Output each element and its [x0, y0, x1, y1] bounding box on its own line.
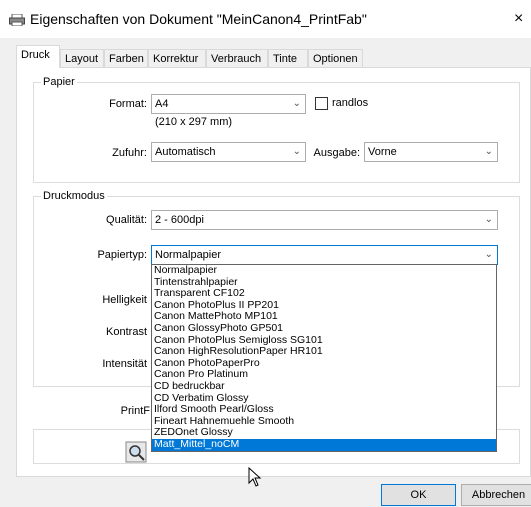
zufuhr-select[interactable]: Automatisch ⌄ [151, 142, 306, 162]
tab-tinte[interactable]: Tinte [268, 49, 308, 67]
chevron-down-icon: ⌄ [292, 98, 301, 109]
papiertyp-select[interactable]: Normalpapier ⌄ [151, 245, 498, 265]
papiertyp-dropdown-list: Normalpapier Tintenstrahlpapier Transparen… [151, 264, 497, 452]
abbrechen-button[interactable]: Abbrechen [461, 484, 531, 506]
chevron-down-icon: ⌄ [484, 214, 493, 225]
format-label: Format: [109, 98, 147, 110]
papiertyp-option[interactable]: Canon HighResolutionPaper HR101 [152, 346, 496, 358]
tab-verbrauch[interactable]: Verbrauch [206, 49, 268, 67]
papiertyp-option[interactable]: Canon GlossyPhoto GP501 [152, 322, 496, 335]
ausgabe-label: Ausgabe: [313, 147, 360, 159]
papiertyp-option[interactable]: Ilford Smooth Pearl/Gloss [152, 404, 496, 416]
tab-layout[interactable]: Layout [60, 49, 104, 67]
papiertyp-value: Normalpapier [155, 249, 222, 261]
ausgabe-select[interactable]: Vorne ⌄ [364, 142, 498, 162]
papiertyp-option[interactable]: Matt_Mittel_noCM [152, 438, 496, 451]
papiertyp-label: Papiertyp: [97, 249, 147, 261]
randlos-label: randlos [332, 97, 369, 109]
helligkeit-label: Helligkeit [102, 294, 147, 306]
tab-druck[interactable]: Druck [16, 45, 60, 68]
papiertyp-option[interactable]: Normalpapier [152, 264, 496, 277]
tab-farben[interactable]: Farben [104, 49, 148, 67]
ok-button[interactable]: OK [381, 484, 456, 506]
ausgabe-value: Vorne [368, 146, 397, 158]
mouse-cursor-icon [248, 467, 262, 487]
window-title: Eigenschaften von Dokument "MeinCanon4_P… [30, 11, 367, 27]
printer-icon [9, 14, 25, 26]
qualitaet-select[interactable]: 2 - 600dpi ⌄ [151, 210, 498, 230]
chevron-down-icon: ⌄ [484, 146, 493, 157]
qualitaet-label: Qualität: [106, 214, 147, 226]
format-select[interactable]: A4 ⌄ [151, 94, 306, 114]
format-dims: (210 x 297 mm) [155, 116, 233, 128]
tab-optionen[interactable]: Optionen [308, 49, 363, 67]
tab-korrektur[interactable]: Korrektur [148, 49, 206, 67]
close-icon[interactable]: × [514, 10, 523, 28]
format-value: A4 [155, 98, 169, 110]
chevron-down-icon: ⌄ [484, 249, 493, 260]
zufuhr-value: Automatisch [155, 146, 216, 158]
kontrast-label: Kontrast [106, 326, 147, 338]
printf-label: PrintF [120, 405, 150, 417]
randlos-checkbox[interactable] [315, 97, 328, 110]
intensitaet-label: Intensität [102, 358, 147, 370]
qualitaet-value: 2 - 600dpi [155, 214, 204, 226]
papier-group-label: Papier [41, 76, 77, 88]
papiertyp-option[interactable]: CD bedruckbar [152, 380, 496, 393]
zufuhr-label: Zufuhr: [112, 147, 147, 159]
preview-magnifier-icon[interactable] [125, 441, 147, 463]
druckmodus-group-label: Druckmodus [41, 190, 107, 202]
